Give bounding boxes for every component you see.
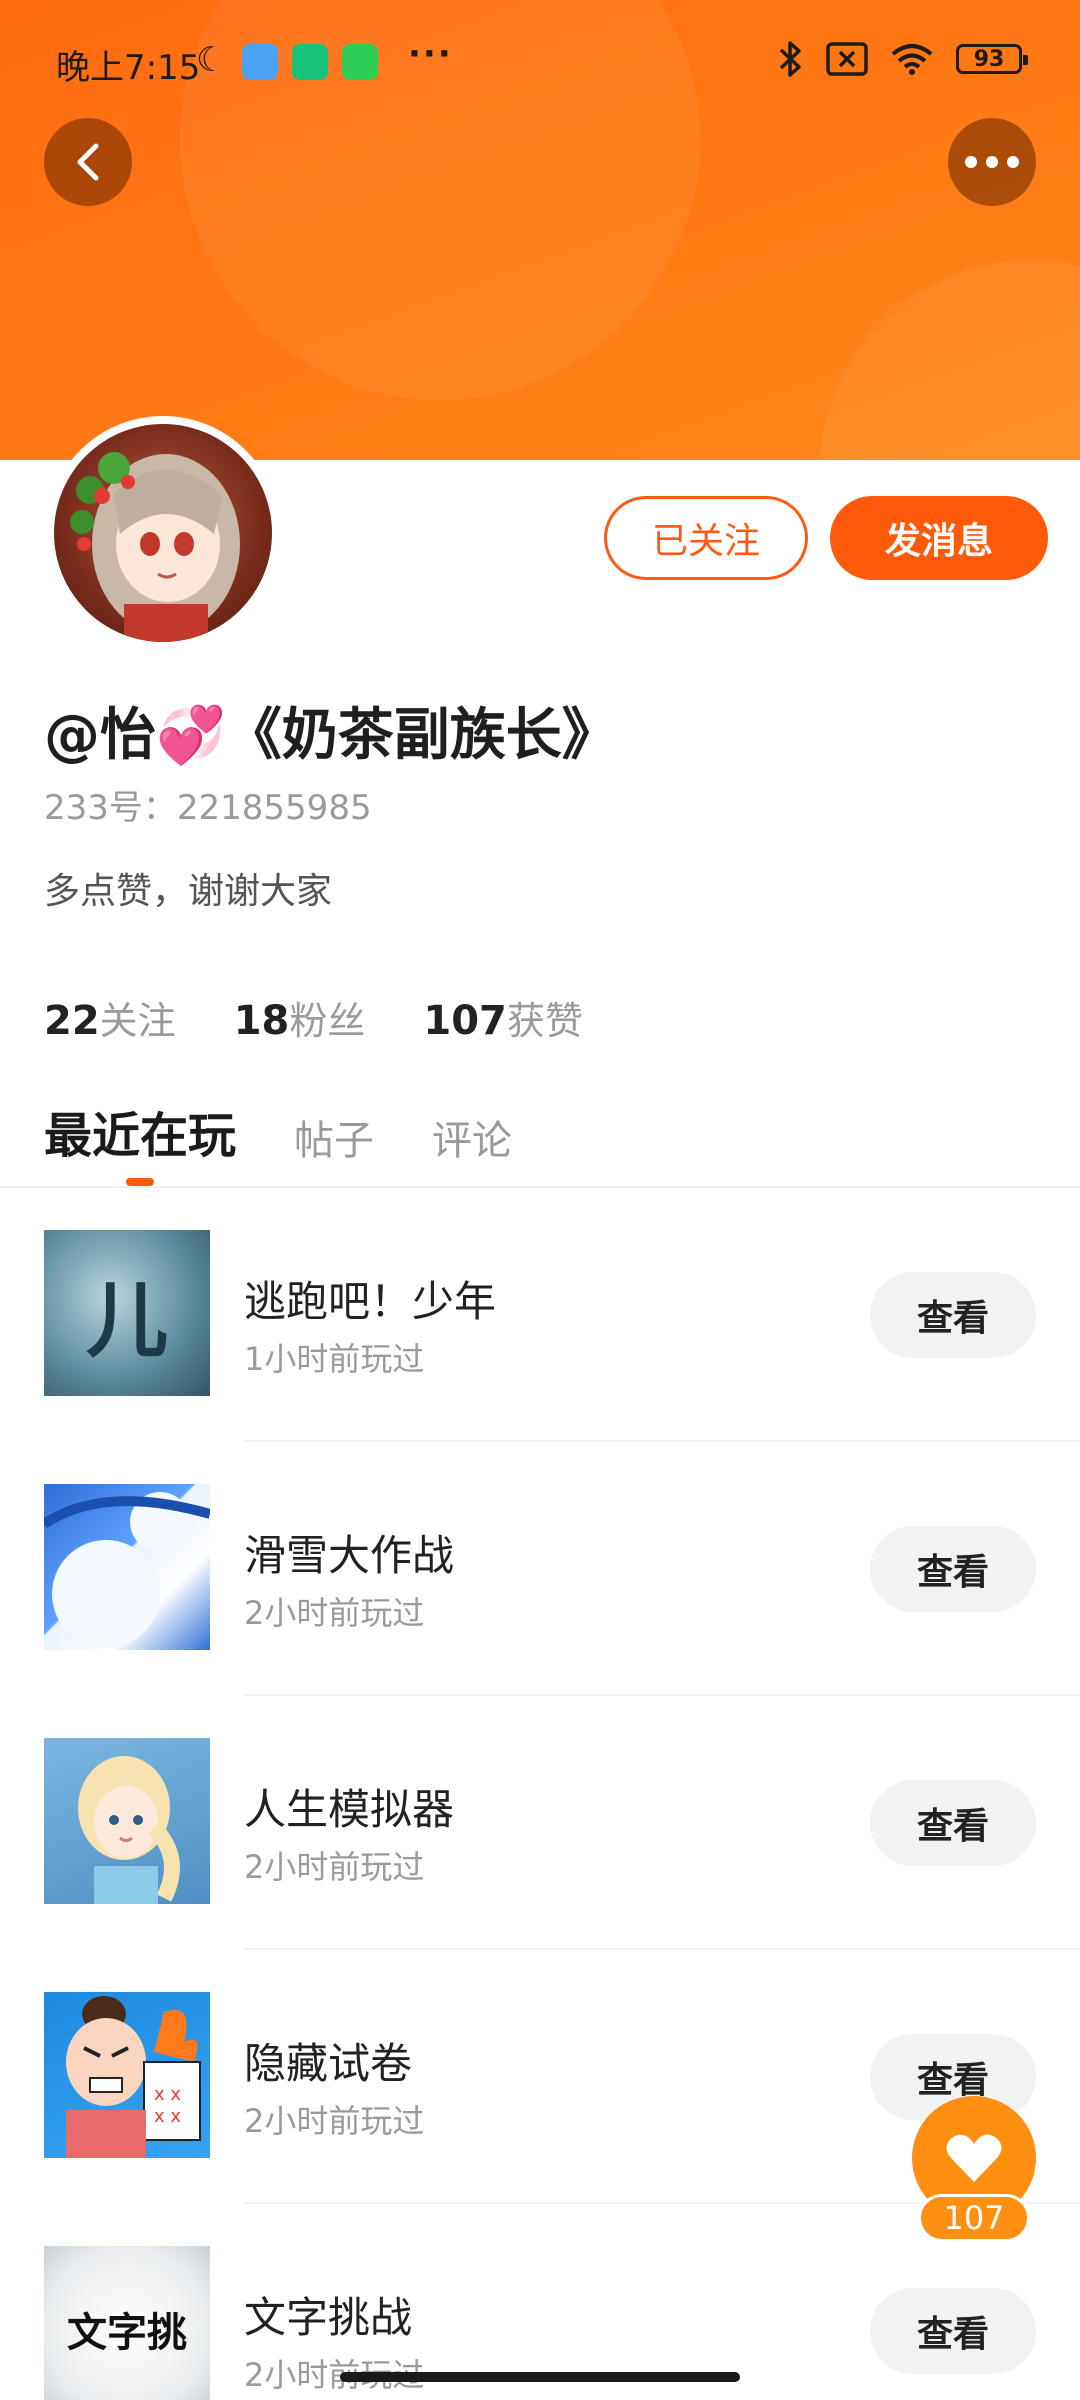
home-indicator[interactable] bbox=[340, 2372, 740, 2382]
princess-illustration bbox=[78, 1756, 180, 1904]
list-item[interactable]: 儿 逃跑吧！少年 1小时前玩过 查看 bbox=[0, 1188, 1080, 1442]
profile-stats: 22关注 18粉丝 107获赞 bbox=[44, 990, 583, 1045]
more-notifications-icon: ··· bbox=[408, 34, 453, 74]
status-bar: 晚上7:15 ☾ ··· 93 bbox=[0, 0, 1080, 120]
back-button[interactable] bbox=[44, 118, 132, 206]
tab-recently-played[interactable]: 最近在玩 bbox=[44, 1096, 236, 1166]
stat-label: 获赞 bbox=[506, 999, 583, 1043]
security-app-icon bbox=[292, 44, 328, 80]
game-title: 滑雪大作战 bbox=[244, 1531, 455, 1580]
more-options-button[interactable] bbox=[948, 118, 1036, 206]
battery-indicator: 93 bbox=[956, 44, 1028, 74]
avatar[interactable] bbox=[46, 416, 280, 650]
stat-following[interactable]: 22关注 bbox=[44, 990, 176, 1045]
heart-icon bbox=[946, 2134, 1002, 2182]
stat-number: 107 bbox=[423, 998, 507, 1044]
username: @怡💞《奶茶副族长》 bbox=[44, 703, 618, 768]
banner-decoration bbox=[820, 260, 1080, 460]
stat-label: 关注 bbox=[99, 999, 176, 1043]
wifi-icon bbox=[891, 44, 933, 75]
game-thumbnail: 文字挑 bbox=[44, 2246, 210, 2400]
last-played: 2小时前玩过 bbox=[244, 2102, 425, 2140]
list-item[interactable]: 人生模拟器 2小时前玩过 查看 bbox=[0, 1696, 1080, 1950]
game-thumbnail bbox=[44, 1738, 210, 1904]
view-button[interactable]: 查看 bbox=[870, 1526, 1036, 1612]
list-item[interactable]: 滑雪大作战 2小时前玩过 查看 bbox=[0, 1442, 1080, 1696]
battery-level: 93 bbox=[973, 46, 1005, 72]
user-id: 233号：221855985 bbox=[44, 788, 372, 828]
game-thumbnail: 儿 bbox=[44, 1230, 210, 1396]
weather-app-icon bbox=[242, 44, 278, 80]
chevron-left-icon bbox=[77, 143, 99, 181]
like-count-badge: 107 bbox=[918, 2194, 1030, 2242]
stat-label: 粉丝 bbox=[289, 999, 366, 1043]
more-horizontal-icon bbox=[965, 156, 1019, 168]
user-bio: 多点赞，谢谢大家 bbox=[44, 871, 333, 912]
followed-button[interactable]: 已关注 bbox=[604, 496, 808, 580]
last-played: 2小时前玩过 bbox=[244, 1594, 425, 1632]
profile-tabs: 最近在玩 帖子 评论 bbox=[44, 1096, 512, 1166]
view-button[interactable]: 查看 bbox=[870, 1780, 1036, 1866]
bluetooth-icon bbox=[779, 41, 801, 77]
stat-number: 22 bbox=[44, 998, 100, 1044]
stat-followers[interactable]: 18粉丝 bbox=[234, 990, 366, 1045]
sim-disabled-icon bbox=[826, 42, 868, 76]
last-played: 1小时前玩过 bbox=[244, 1340, 425, 1378]
angry-teacher-illustration: x x x x bbox=[66, 1996, 201, 2158]
do-not-disturb-icon: ☾ bbox=[196, 40, 227, 80]
svg-text:x x: x x bbox=[154, 2084, 181, 2105]
game-title: 文字挑战 bbox=[244, 2293, 413, 2342]
list-item[interactable]: 文字挑 文字挑战 2小时前玩过 查看 bbox=[0, 2204, 1080, 2400]
tab-posts[interactable]: 帖子 bbox=[294, 1108, 374, 1166]
view-button[interactable]: 查看 bbox=[870, 2288, 1036, 2374]
view-button[interactable]: 查看 bbox=[870, 1272, 1036, 1358]
wechat-icon bbox=[342, 44, 378, 80]
send-message-button[interactable]: 发消息 bbox=[830, 496, 1048, 580]
stat-number: 18 bbox=[233, 998, 290, 1044]
svg-text:x x: x x bbox=[154, 2106, 181, 2127]
user-profile-screen: 晚上7:15 ☾ ··· 93 已关注 发消息 @怡💞《奶茶副族长》 233号：… bbox=[0, 0, 1080, 2400]
active-tab-indicator bbox=[126, 1178, 154, 1186]
stat-likes[interactable]: 107获赞 bbox=[423, 990, 583, 1045]
avatar-image bbox=[54, 424, 272, 642]
game-title: 逃跑吧！少年 bbox=[244, 1277, 497, 1326]
status-time: 晚上7:15 bbox=[56, 48, 201, 88]
game-thumbnail-text: 文字挑 bbox=[67, 2309, 187, 2356]
game-thumbnail: x x x x bbox=[44, 1992, 210, 2158]
status-right: 93 bbox=[778, 40, 1028, 78]
tab-comments[interactable]: 评论 bbox=[432, 1108, 512, 1166]
game-title: 隐藏试卷 bbox=[244, 2039, 413, 2088]
snowball-illustration bbox=[44, 1492, 210, 1648]
last-played: 2小时前玩过 bbox=[244, 1848, 425, 1886]
game-thumbnail-text: 儿 bbox=[85, 1273, 168, 1369]
game-thumbnail bbox=[44, 1484, 210, 1650]
avatar-illustration bbox=[70, 452, 240, 642]
game-title: 人生模拟器 bbox=[244, 1785, 455, 1834]
